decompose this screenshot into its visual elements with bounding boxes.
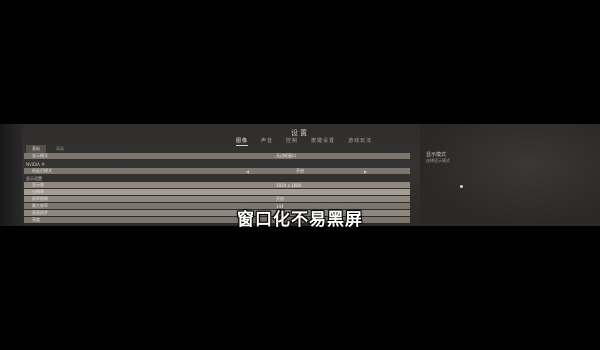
subtab-basic[interactable]: 基础 bbox=[26, 145, 46, 153]
setting-row-monitor[interactable]: 显示器 1920 x 1080 bbox=[24, 182, 410, 188]
setting-label: 低延迟模式 bbox=[32, 168, 52, 173]
tab-keybindings[interactable]: 按键设置 bbox=[311, 137, 335, 146]
chevron-right-icon[interactable]: ▶ bbox=[364, 169, 367, 174]
tab-gameplay[interactable]: 游戏玩法 bbox=[348, 137, 372, 146]
tab-graphics[interactable]: 图像 bbox=[236, 137, 249, 146]
setting-row-resolution[interactable]: 分辨率 bbox=[24, 189, 410, 195]
side-panel-description: 选择显示模式 bbox=[426, 158, 450, 163]
tab-controls[interactable]: 控制 bbox=[286, 137, 298, 146]
settings-tabs: 图像 声音 控制 按键设置 游戏玩法 bbox=[236, 137, 372, 146]
setting-value: 1920 x 1080 bbox=[276, 182, 302, 188]
setting-label: 显示器 bbox=[32, 182, 44, 187]
setting-label: 帧率限制 bbox=[32, 196, 48, 201]
mouse-cursor-icon bbox=[460, 185, 463, 188]
setting-header-nvidia: NVIDIA ® bbox=[24, 161, 410, 167]
setting-row-low-latency[interactable]: 低延迟模式 ◀ 开启 ▶ bbox=[24, 168, 410, 174]
chevron-left-icon[interactable]: ◀ bbox=[246, 169, 249, 174]
setting-label: 显示模式 bbox=[32, 153, 48, 158]
side-panel-title: 显示模式 bbox=[426, 152, 447, 158]
setting-value: 开启 bbox=[276, 196, 284, 201]
settings-subtabs: 基础 高级 bbox=[26, 145, 70, 153]
subtab-advanced[interactable]: 高级 bbox=[50, 145, 70, 153]
setting-value: 无边框窗口 bbox=[276, 153, 296, 158]
setting-row-display-mode[interactable]: 显示模式 无边框窗口 bbox=[24, 153, 410, 159]
setting-value: 开启 bbox=[296, 168, 304, 173]
tab-audio[interactable]: 声音 bbox=[261, 137, 273, 146]
video-caption: 窗口化不易黑屏 bbox=[237, 210, 363, 230]
setting-row-frame-limit[interactable]: 帧率限制 开启 bbox=[24, 196, 410, 202]
section-label: NVIDIA ® bbox=[26, 161, 46, 167]
setting-label: 分辨率 bbox=[32, 189, 44, 194]
